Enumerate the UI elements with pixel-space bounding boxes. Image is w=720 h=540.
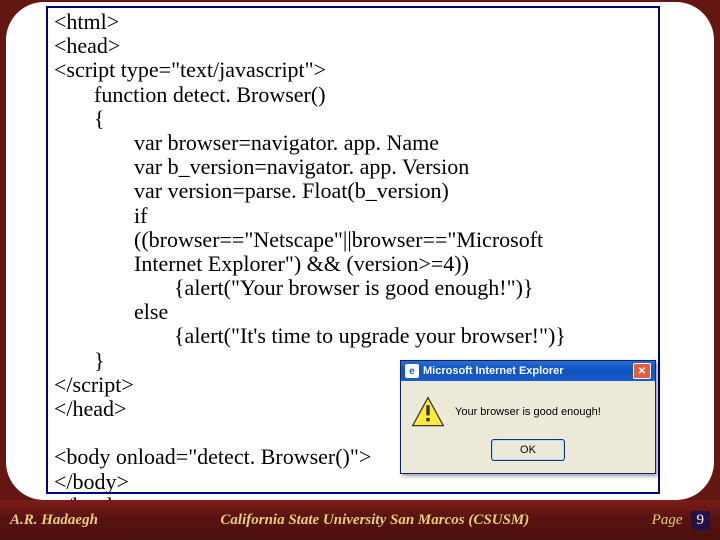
- footer-university: California State University San Marcos (…: [98, 512, 652, 529]
- code-line: {alert("It's time to upgrade your browse…: [54, 324, 652, 348]
- code-line: <head>: [54, 34, 652, 58]
- footer: A.R. Hadaegh California State University…: [0, 500, 720, 540]
- warning-icon: [411, 395, 445, 429]
- alert-dialog: e Microsoft Internet Explorer ✕ Your bro…: [400, 360, 656, 474]
- footer-author: A.R. Hadaegh: [10, 512, 98, 529]
- code-line: {: [54, 107, 652, 131]
- code-line: {alert("Your browser is good enough!")}: [54, 276, 652, 300]
- code-line: ((browser=="Netscape"||browser=="Microso…: [54, 228, 652, 252]
- code-line: <html>: [54, 10, 652, 34]
- dialog-message: Your browser is good enough!: [455, 406, 601, 418]
- code-line: else: [54, 300, 652, 324]
- footer-page-label: Page: [652, 512, 683, 529]
- close-icon[interactable]: ✕: [633, 363, 651, 379]
- code-line: function detect. Browser(): [54, 83, 652, 107]
- dialog-actions: OK: [401, 439, 655, 473]
- footer-page-number: 9: [691, 511, 711, 530]
- code-line: var version=parse. Float(b_version): [54, 179, 652, 203]
- dialog-title-text: Microsoft Internet Explorer: [423, 365, 564, 377]
- ie-icon: e: [405, 364, 419, 378]
- code-line: var b_version=navigator. app. Version: [54, 155, 652, 179]
- code-line: var browser=navigator. app. Name: [54, 131, 652, 155]
- code-line: Internet Explorer") && (version>=4)): [54, 252, 652, 276]
- code-line: if: [54, 204, 652, 228]
- footer-page: Page 9: [652, 511, 710, 530]
- code-line: <script type="text/javascript">: [54, 58, 652, 82]
- dialog-titlebar[interactable]: e Microsoft Internet Explorer ✕: [401, 361, 655, 381]
- dialog-body: Your browser is good enough!: [401, 381, 655, 439]
- ok-button[interactable]: OK: [491, 439, 565, 461]
